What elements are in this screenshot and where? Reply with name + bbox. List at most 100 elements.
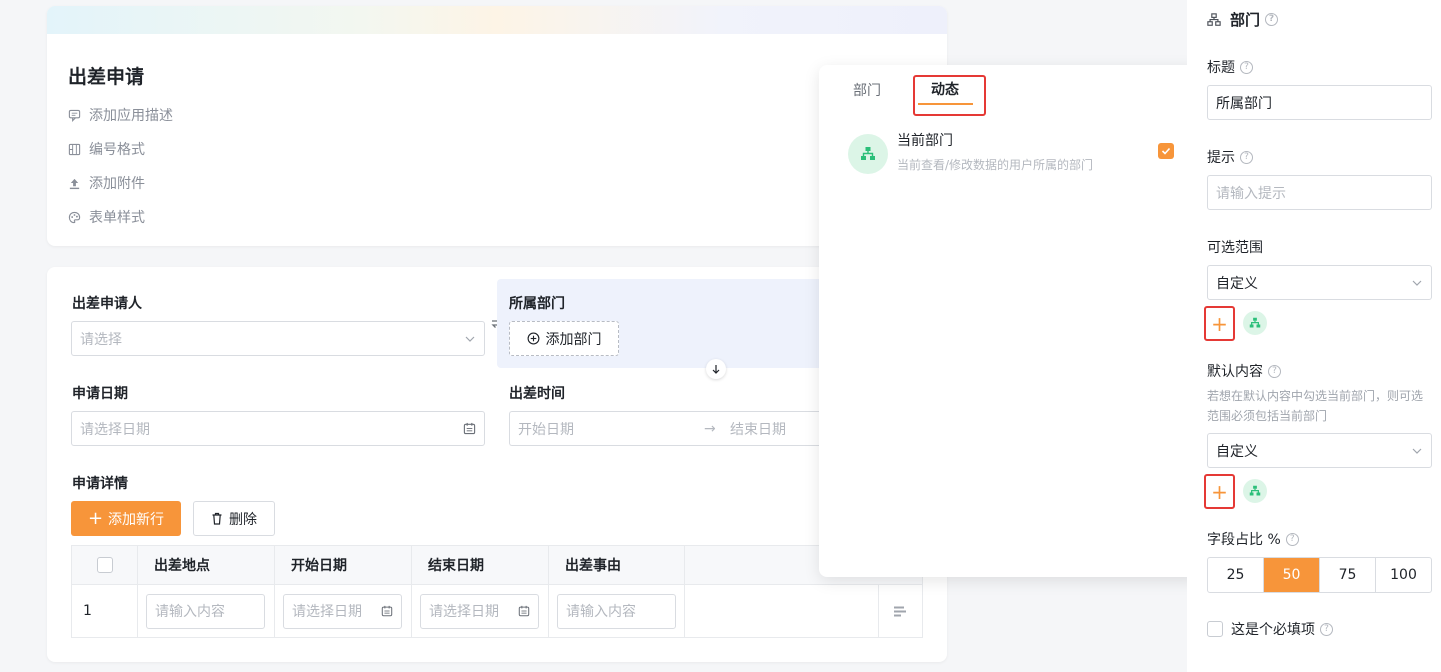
current-department-option[interactable]: 当前部门 当前查看/修改数据的用户所属的部门 [848, 132, 1174, 176]
help-icon: ? [1265, 13, 1279, 26]
default-department-chip[interactable] [1243, 479, 1267, 503]
default-add-button[interactable]: + [1204, 474, 1235, 509]
move-down-handle[interactable] [706, 359, 726, 379]
help-icon: ? [1240, 60, 1253, 74]
row-edit-icon[interactable] [893, 605, 908, 618]
row-index: 1 [72, 585, 138, 637]
row-end-date-picker[interactable]: 请选择日期 [420, 593, 539, 629]
header-gradient [47, 6, 947, 34]
range-add-button[interactable]: + [1204, 306, 1235, 341]
trip-time-label: 出差时间 [509, 386, 565, 402]
ratio-segmented-control: 25 50 75 100 [1207, 557, 1432, 593]
end-date-cell: 请选择日期 [412, 585, 549, 637]
calendar-icon [518, 605, 530, 617]
add-description-link[interactable]: 添加应用描述 [68, 105, 173, 125]
calendar-icon [463, 422, 476, 435]
hint-input[interactable]: 请输入提示 [1207, 175, 1432, 210]
range-department-chip[interactable] [1243, 311, 1267, 335]
range-select[interactable]: 自定义 [1207, 265, 1432, 300]
help-icon: ? [1285, 532, 1299, 546]
ratio-option-75[interactable]: 75 [1320, 558, 1376, 592]
location-cell: 请输入内容 [138, 585, 275, 637]
column-header-reason: 出差事由 [549, 546, 685, 584]
row-spacer-cell [685, 585, 879, 637]
hint-label: 提示? [1207, 147, 1253, 167]
ratio-label: 字段占比 %? [1207, 529, 1299, 549]
date-picker[interactable]: 请选择日期 [71, 411, 485, 446]
comment-icon [68, 109, 81, 122]
help-icon: ? [1268, 364, 1281, 378]
add-attachment-link[interactable]: 添加附件 [68, 173, 145, 193]
arrow-down-icon [712, 365, 720, 374]
plus-icon: + [87, 507, 104, 529]
table-row: 1 请输入内容 请选择日期 请选择日期 请输入内容 [72, 585, 922, 637]
column-header-start-date: 开始日期 [275, 546, 412, 584]
ratio-option-50-selected[interactable]: 50 [1264, 558, 1320, 592]
default-label: 默认内容? [1207, 361, 1281, 381]
column-header-location: 出差地点 [138, 546, 275, 584]
trip-date-range[interactable]: 开始日期 → 结束日期 [509, 411, 829, 446]
active-tab-underline [918, 103, 973, 105]
plus-icon: + [1211, 479, 1228, 504]
applicant-placeholder: 请选择 [80, 331, 122, 348]
applicant-select[interactable]: 请选择 [71, 321, 485, 356]
avatar [848, 134, 888, 174]
tab-dynamic[interactable]: 动态 [931, 79, 959, 99]
required-label: 这是个必填项 [1231, 622, 1315, 638]
title-label: 标题? [1207, 57, 1253, 77]
reason-input[interactable]: 请输入内容 [557, 593, 676, 629]
app-header-card: 出差申请 添加应用描述 编号格式 添加附件 表单样式 [47, 6, 947, 246]
applicant-label: 出差申请人 [72, 296, 142, 312]
plus-icon: + [1211, 311, 1228, 336]
column-header-end-date: 结束日期 [412, 546, 549, 584]
date-label: 申请日期 [72, 386, 128, 402]
upload-icon [69, 178, 80, 189]
delete-button[interactable]: 删除 [193, 501, 275, 536]
org-chart-icon [1249, 317, 1261, 328]
chevron-down-icon [465, 336, 475, 342]
select-all-cell [72, 546, 138, 584]
table-header-row: 出差地点 开始日期 结束日期 出差事由 [72, 546, 922, 585]
range-arrow-icon: → [704, 420, 716, 437]
check-icon [1161, 147, 1171, 155]
default-select[interactable]: 自定义 [1207, 433, 1432, 468]
chevron-down-icon [1412, 448, 1422, 454]
row-start-date-picker[interactable]: 请选择日期 [283, 593, 402, 629]
add-department-button[interactable]: 添加部门 [509, 321, 619, 356]
details-table: 出差地点 开始日期 结束日期 出差事由 1 请输入内容 请选择日期 请选择日期 … [71, 545, 923, 638]
department-label: 所属部门 [509, 296, 565, 312]
title-input[interactable]: 所属部门 [1207, 85, 1432, 120]
panel-title: 部门 [1230, 11, 1261, 29]
default-select-value: 自定义 [1216, 443, 1258, 460]
plus-circle-icon [527, 332, 539, 345]
page-title: 出差申请 [68, 66, 145, 88]
help-icon: ? [1240, 150, 1253, 164]
tab-department[interactable]: 部门 [853, 80, 881, 100]
palette-icon [68, 211, 81, 223]
select-all-checkbox[interactable] [96, 557, 113, 573]
hint-input-placeholder: 请输入提示 [1216, 185, 1286, 202]
required-checkbox[interactable] [1207, 621, 1223, 637]
form-style-link[interactable]: 表单样式 [68, 207, 145, 227]
org-chart-icon [1207, 12, 1221, 26]
row-action-cell [879, 585, 922, 637]
location-input[interactable]: 请输入内容 [146, 593, 265, 629]
add-row-button[interactable]: + 添加新行 [71, 501, 181, 536]
help-icon: ? [1320, 622, 1333, 636]
number-format-link[interactable]: 编号格式 [68, 139, 145, 159]
range-label: 可选范围 [1207, 240, 1263, 256]
ratio-option-25[interactable]: 25 [1208, 558, 1264, 592]
required-checkbox-row[interactable]: 这是个必填项 ? [1207, 619, 1333, 639]
default-note: 若想在默认内容中勾选当前部门，则可选范围必须包括当前部门 [1207, 389, 1424, 423]
start-date-cell: 请选择日期 [275, 585, 412, 637]
org-chart-icon [1249, 485, 1261, 496]
option-checkbox-checked[interactable] [1158, 143, 1174, 159]
option-title: 当前部门 [897, 132, 953, 149]
start-date-placeholder: 开始日期 [518, 421, 574, 438]
option-description: 当前查看/修改数据的用户所属的部门 [897, 157, 1094, 172]
reason-cell: 请输入内容 [549, 585, 685, 637]
date-placeholder: 请选择日期 [80, 421, 150, 438]
ratio-option-100[interactable]: 100 [1376, 558, 1431, 592]
number-format-icon [68, 143, 81, 155]
end-date-placeholder: 结束日期 [730, 421, 786, 438]
